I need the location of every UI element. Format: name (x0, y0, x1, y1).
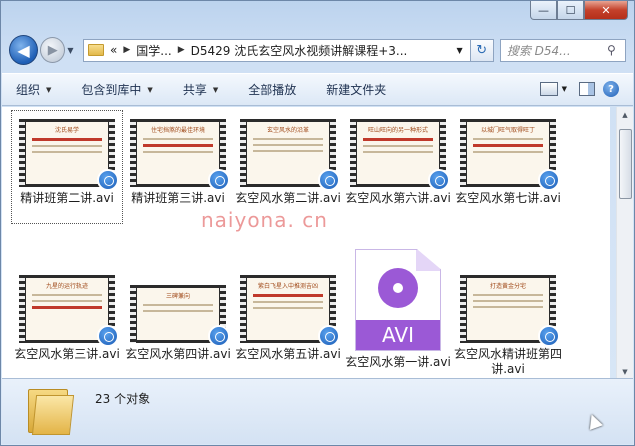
file-name: 玄空风水第六讲.avi (345, 191, 451, 205)
item-count: 23 个对象 (95, 392, 151, 406)
file-item[interactable]: 旺山旺向的另一种形式 玄空风水第六讲.avi (343, 111, 453, 223)
breadcrumb-separator-icon[interactable]: ▶ (123, 45, 130, 55)
play-all-button[interactable]: 全部播放 (248, 81, 296, 98)
video-thumbnail: 以城门旺气取得旺丁 (460, 111, 560, 191)
maximize-button[interactable]: ☐ (557, 1, 584, 20)
file-name: 玄空风水第四讲.avi (125, 347, 231, 361)
file-item[interactable]: AVI 玄空风水第一讲.avi (343, 249, 453, 380)
refresh-icon: ↻ (476, 42, 488, 58)
file-name: 精讲班第二讲.avi (20, 191, 114, 205)
caption-buttons: — ☐ ✕ (530, 1, 628, 20)
media-player-icon (538, 169, 560, 191)
chevron-down-icon: ▼ (147, 85, 153, 94)
search-placeholder: 搜索 D54... (506, 43, 571, 58)
history-dropdown-icon[interactable]: ▼ (67, 46, 79, 55)
video-thumbnail: 沈氏易学 (19, 111, 119, 191)
file-name: 玄空风水第七讲.avi (455, 191, 561, 205)
breadcrumb-overflow[interactable]: « (110, 43, 117, 57)
organize-menu[interactable]: 组织 ▼ (16, 81, 51, 98)
navigation-bar: ◀ ▶ ▼ « ▶ 国学... ▶ D5429 沈氏玄空风水视频讲解课程+3..… (9, 35, 627, 65)
address-bar[interactable]: « ▶ 国学... ▶ D5429 沈氏玄空风水视频讲解课程+3... ▼ (83, 38, 471, 62)
video-thumbnail: 玄空风水的沿革 (240, 111, 340, 191)
breadcrumb-separator-icon[interactable]: ▶ (178, 45, 185, 55)
avi-file-icon: AVI (355, 249, 441, 351)
scrollbar-thumb[interactable] (619, 129, 632, 199)
media-player-icon (538, 325, 560, 347)
view-controls: ▼ ? (539, 81, 619, 97)
play-all-label: 全部播放 (248, 83, 297, 97)
search-icon[interactable]: ⚲ (607, 43, 625, 57)
video-thumbnail: 住宅挡煞的最佳环境 (130, 111, 230, 191)
frame-title: 玄空风水的沿革 (266, 127, 309, 134)
organize-label: 组织 (16, 83, 41, 97)
folder-icon (88, 44, 104, 56)
vertical-scrollbar[interactable]: ▲ ▼ (616, 107, 633, 380)
avi-icon-label: AVI (356, 320, 440, 350)
media-player-icon (428, 169, 450, 191)
scroll-up-icon[interactable]: ▲ (617, 107, 633, 123)
file-item[interactable]: 住宅挡煞的最佳环境 精讲班第三讲.avi (123, 111, 233, 223)
chevron-down-icon: ▼ (212, 85, 219, 94)
forward-arrow-icon: ▶ (47, 42, 58, 58)
file-name: 玄空风水第三讲.avi (14, 347, 120, 361)
back-button[interactable]: ◀ (9, 35, 39, 65)
frame-title: 旺山旺向的另一种形式 (367, 127, 428, 134)
back-arrow-icon: ◀ (17, 40, 30, 60)
video-thumbnail: 九星的运行轨迹 (19, 267, 119, 347)
search-input[interactable]: 搜索 D54... ⚲ (499, 38, 627, 62)
forward-button[interactable]: ▶ (40, 37, 66, 63)
view-dropdown-icon[interactable]: ▼ (562, 85, 567, 93)
file-name: 玄空风水第五讲.avi (235, 347, 341, 361)
folder-icon (28, 385, 75, 435)
frame-title: 打造黄金分宅 (489, 283, 526, 290)
frame-title: 住宅挡煞的最佳环境 (150, 127, 205, 134)
video-thumbnail: 打造黄金分宅 (460, 267, 560, 347)
breadcrumb-item-current[interactable]: D5429 沈氏玄空风水视频讲解课程+3... (191, 42, 408, 59)
video-thumbnail: 旺山旺向的另一种形式 (350, 111, 450, 191)
media-player-icon (208, 325, 230, 347)
details-pane: 23 个对象 (2, 378, 633, 444)
file-item[interactable]: 紫白飞星入中推测吉凶 玄空风水第五讲.avi (233, 267, 343, 379)
address-dropdown-icon[interactable]: ▼ (452, 40, 468, 61)
media-player-icon (318, 325, 340, 347)
frame-title: 三碑兼向 (165, 293, 190, 300)
explorer-window: — ☐ ✕ ◀ ▶ ▼ « ▶ 国学... ▶ D5429 沈氏玄空风水视频讲解… (0, 0, 635, 446)
include-in-library-menu[interactable]: 包含到库中 ▼ (81, 81, 152, 98)
file-item[interactable]: 三碑兼向 玄空风水第四讲.avi (123, 277, 233, 379)
media-player-icon (97, 169, 119, 191)
share-label: 共享 (182, 83, 207, 97)
media-player-icon (208, 169, 230, 191)
file-item[interactable]: 打造黄金分宅 玄空风水精讲班第四讲.avi (453, 267, 563, 379)
video-thumbnail: 三碑兼向 (130, 277, 230, 347)
media-player-icon (97, 325, 119, 347)
file-item[interactable]: 沈氏易学 精讲班第二讲.avi (11, 110, 123, 224)
command-bar: 组织 ▼ 包含到库中 ▼ 共享 ▼ 全部播放 新建文件夹 ▼ ? (2, 73, 633, 106)
include-library-label: 包含到库中 (81, 83, 142, 97)
video-thumbnail: 紫白飞星入中推测吉凶 (240, 267, 340, 347)
watermark: naiyona. cn (201, 208, 328, 232)
file-item[interactable]: 玄空风水的沿革 玄空风水第二讲.avi (233, 111, 343, 223)
film-reel-icon (378, 268, 418, 308)
refresh-button[interactable]: ↻ (470, 38, 494, 62)
media-player-icon (318, 169, 340, 191)
minimize-button[interactable]: — (530, 1, 557, 20)
frame-title: 九星的运行轨迹 (45, 283, 88, 290)
new-folder-button[interactable]: 新建文件夹 (326, 81, 386, 98)
file-item[interactable]: 九星的运行轨迹 玄空风水第三讲.avi (12, 267, 122, 379)
frame-title: 沈氏易学 (54, 127, 79, 134)
new-folder-label: 新建文件夹 (326, 83, 387, 97)
breadcrumb-item-guoxue[interactable]: 国学... (136, 42, 171, 59)
close-button[interactable]: ✕ (584, 1, 628, 20)
file-name: 玄空风水精讲班第四讲.avi (453, 347, 562, 376)
preview-pane-icon[interactable] (579, 82, 595, 96)
chevron-down-icon: ▼ (46, 85, 52, 94)
share-menu[interactable]: 共享 ▼ (183, 81, 218, 98)
change-view-icon[interactable] (539, 82, 558, 96)
file-list: 沈氏易学 精讲班第二讲.avi 住宅挡煞的最佳环境 精讲班第三讲.avi 玄空风… (2, 107, 610, 380)
frame-title: 紫白飞星入中推测吉凶 (257, 283, 318, 290)
help-icon[interactable]: ? (603, 81, 619, 97)
frame-title: 以城门旺气取得旺丁 (480, 127, 535, 134)
file-item[interactable]: 以城门旺气取得旺丁 玄空风水第七讲.avi (453, 111, 563, 223)
file-name: 玄空风水第一讲.avi (345, 355, 451, 369)
